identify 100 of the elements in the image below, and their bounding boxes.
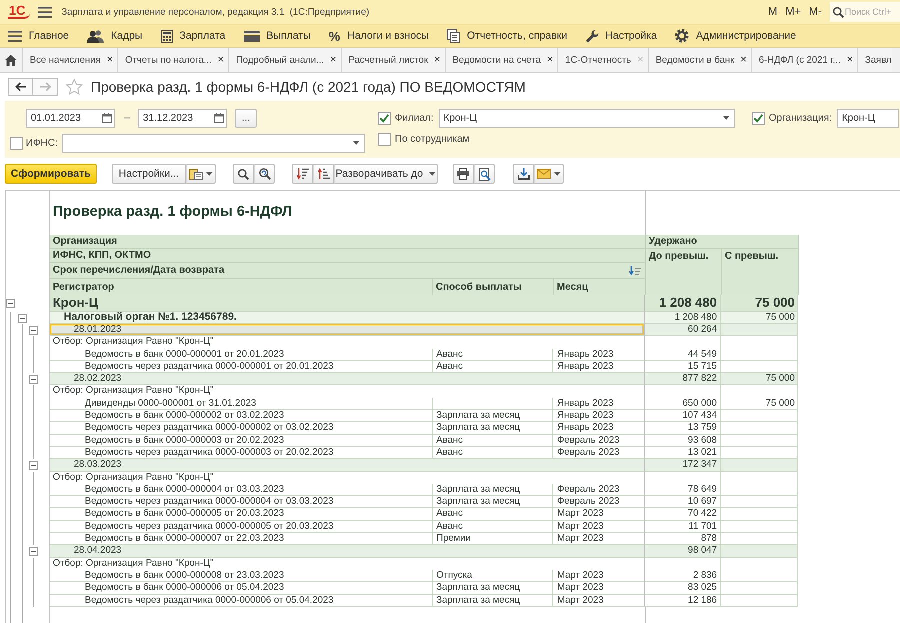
- date-cell: 28.01.2023: [50, 324, 646, 336]
- tab[interactable]: Ведомости на счета ×: [444, 48, 558, 72]
- menu-item[interactable]: Выплаты: [244, 30, 311, 42]
- close-button[interactable]: ×: [740, 54, 747, 66]
- month-cell: Январь 2023: [553, 422, 646, 435]
- generate-button[interactable]: Сформировать: [5, 164, 97, 184]
- filter-text: Отбор: Организация Равно "Крон-Ц": [50, 336, 646, 349]
- caret-icon: [429, 172, 436, 176]
- variant-button[interactable]: [186, 164, 216, 184]
- preview-button[interactable]: [474, 164, 495, 184]
- amount-cell: 83 025: [645, 582, 722, 595]
- search-refresh-button[interactable]: [254, 164, 275, 184]
- checkbox[interactable]: [10, 136, 23, 150]
- close-button[interactable]: ×: [106, 54, 114, 66]
- column-header: С превыш.: [725, 251, 779, 262]
- menu-item[interactable]: Администрирование: [675, 29, 796, 43]
- collapse-icon[interactable]: [29, 460, 38, 470]
- memory-button[interactable]: M-: [805, 2, 826, 22]
- report-title: Проверка разд. 1 формы 6-НДФЛ: [53, 204, 292, 220]
- field-label: Организация:: [769, 112, 832, 124]
- search-icon: [833, 7, 844, 18]
- registrar-cell: Ведомость в банк 0000-000001 от 20.01.2023: [50, 348, 432, 361]
- tab[interactable]: Заявл: [857, 48, 892, 72]
- expand-dropdown[interactable]: Разворачивать до: [334, 164, 438, 184]
- caret-icon: [723, 116, 730, 120]
- registrar-cell: Ведомость в банк 0000-000004 от 03.03.2023: [50, 484, 432, 496]
- amount-cell: 60 264: [645, 324, 722, 336]
- registrar-cell: Ведомость в банк 0000-000006 от 05.04.2023: [50, 582, 432, 595]
- payment-method-cell: Зарплата за месяц: [432, 422, 554, 435]
- checkbox[interactable]: [378, 133, 391, 146]
- column-header: ИФНС, КПП, ОКТМО: [53, 250, 152, 261]
- sort-icon[interactable]: [629, 266, 641, 276]
- menu-item[interactable]: Зарплата: [160, 30, 226, 42]
- close-button[interactable]: ×: [330, 54, 337, 66]
- date-field[interactable]: 31.12.2023: [138, 108, 228, 128]
- printer-icon: [457, 168, 470, 180]
- checkbox[interactable]: [752, 112, 765, 124]
- close-button[interactable]: ×: [218, 54, 224, 66]
- menu-item[interactable]: Кадры: [87, 30, 143, 42]
- collapse-icon[interactable]: [29, 546, 38, 556]
- sort-button[interactable]: [292, 164, 313, 184]
- search-button[interactable]: [233, 164, 254, 184]
- download-icon: [518, 168, 530, 180]
- menu-item[interactable]: Настройка: [586, 30, 658, 42]
- settings-button[interactable]: Настройки...: [112, 164, 186, 184]
- calendar-icon: [214, 113, 224, 123]
- amount-cell: 2 836: [645, 570, 722, 582]
- column-header: До превыш.: [649, 251, 709, 262]
- menu-icon: [8, 30, 22, 42]
- date-field[interactable]: 01.01.2023: [26, 108, 115, 128]
- menu-item[interactable]: % Налоги и взносы: [328, 28, 430, 44]
- save-button[interactable]: [513, 164, 534, 184]
- date-cell: 28.03.2023: [50, 459, 646, 472]
- registrar-cell: Ведомость через раздатчика 0000-000004 от 03.03.2023: [50, 496, 432, 508]
- tab[interactable]: 6-НДФЛ (с 2021 г... ×: [750, 48, 858, 72]
- memory-button[interactable]: M+: [782, 2, 806, 22]
- tab[interactable]: Все начисления ×: [22, 48, 118, 72]
- payment-method-cell: Зарплата за месяц: [432, 496, 554, 508]
- choose-period-button[interactable]: ...: [235, 108, 258, 128]
- amount-cell: 70 422: [645, 508, 722, 521]
- amount-cell: 107 434: [645, 410, 722, 422]
- payment-method-cell: Аванс: [432, 520, 554, 534]
- collapse-icon[interactable]: [18, 314, 26, 322]
- print-button[interactable]: [453, 164, 474, 184]
- sort-button[interactable]: [313, 164, 334, 184]
- search-field[interactable]: Поиск Ctrl+: [830, 2, 900, 22]
- collapse-icon[interactable]: [6, 299, 15, 308]
- collapse-icon[interactable]: [29, 374, 38, 384]
- registrar-cell: Ведомость через раздатчика 0000-000002 от 03.02.2023: [50, 422, 432, 435]
- send-button[interactable]: [534, 164, 564, 184]
- close-button[interactable]: ×: [547, 54, 554, 66]
- close-button[interactable]: ×: [434, 54, 441, 66]
- calculator-icon: [160, 30, 173, 42]
- column-header: Срок перечисления/Дата возврата: [53, 265, 225, 276]
- amount-cell: 75 000: [721, 398, 798, 410]
- period-dash: –: [124, 112, 130, 124]
- input-field[interactable]: Крон-Ц: [837, 108, 899, 128]
- menu-item[interactable]: Главное: [8, 30, 70, 42]
- month-cell: Март 2023: [553, 520, 646, 534]
- home-icon: [5, 54, 17, 66]
- month-cell: Январь 2023: [553, 410, 646, 422]
- star-icon[interactable]: [66, 79, 83, 95]
- month-cell: Февраль 2023: [553, 496, 646, 508]
- menu-icon[interactable]: [38, 6, 52, 18]
- column-header: Регистратор: [53, 282, 114, 292]
- checkbox[interactable]: [378, 112, 391, 124]
- memory-button[interactable]: M: [764, 2, 782, 22]
- month-cell: Март 2023: [553, 582, 646, 595]
- back-button[interactable]: [8, 78, 33, 96]
- filter-text: Отбор: Организация Равно "Крон-Ц": [50, 558, 646, 570]
- collapse-icon[interactable]: [29, 326, 38, 335]
- month-cell: Январь 2023: [553, 398, 646, 410]
- filter-text: Отбор: Организация Равно "Крон-Ц": [50, 472, 646, 484]
- sort-descending-icon: [296, 168, 308, 180]
- menu-item[interactable]: Отчетность, справки: [447, 29, 568, 43]
- combobox[interactable]: Крон-Ц: [438, 108, 735, 128]
- close-button[interactable]: ×: [846, 54, 854, 66]
- registrar-cell: Ведомость в банк 0000-000005 от 20.03.2023: [50, 508, 432, 521]
- search-refresh-icon: [258, 168, 270, 180]
- sort-ascending-icon: [318, 168, 330, 180]
